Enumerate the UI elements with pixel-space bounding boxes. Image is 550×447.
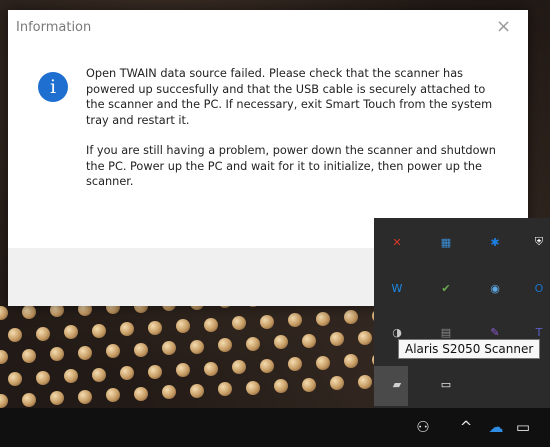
wallpaper-dot	[260, 314, 274, 329]
wallpaper-dot	[218, 382, 232, 396]
scanner-tooltip: Alaris S2050 Scanner	[398, 339, 541, 359]
wallpaper-dot	[64, 369, 78, 383]
wallpaper-dot	[0, 394, 8, 408]
wallpaper-dot	[344, 354, 358, 368]
wallpaper-dot	[316, 311, 330, 326]
wallpaper-dot	[36, 326, 50, 341]
wallpaper-dot	[162, 385, 176, 399]
wallpaper-dot	[190, 383, 204, 398]
sync-check-icon[interactable]: ✔	[435, 278, 457, 298]
wallpaper-dot	[134, 342, 148, 357]
wallpaper-dot	[274, 335, 288, 349]
wallpaper-dot	[246, 380, 260, 395]
wallpaper-dot	[120, 322, 134, 336]
onedrive-cloud-icon[interactable]: ☁	[485, 416, 507, 438]
close-icon[interactable]: ×	[496, 16, 511, 37]
info-icon: i	[38, 72, 68, 102]
wallpaper-dot	[330, 332, 344, 346]
wallpaper-dot	[64, 325, 78, 339]
dialog-message: Open TWAIN data source failed. Please ch…	[86, 66, 506, 204]
wallpaper-dot	[8, 328, 22, 342]
wallpaper-dot	[36, 370, 50, 385]
message-paragraph-2: If you are still having a problem, power…	[86, 143, 496, 189]
wallpaper-dot	[232, 316, 246, 330]
wallpaper-dot	[106, 344, 120, 358]
steam-icon[interactable]: ◉	[484, 278, 506, 298]
wallpaper-dot	[190, 339, 204, 354]
wallpaper-dot	[288, 313, 302, 327]
network-icon[interactable]: ▭	[514, 416, 532, 438]
people-icon[interactable]: ⚇	[413, 416, 433, 438]
wallpaper-dot	[0, 350, 8, 364]
app-x-icon[interactable]: ✕	[386, 232, 408, 252]
wallpaper-dot	[246, 336, 260, 351]
message-paragraph-1: Open TWAIN data source failed. Please ch…	[86, 67, 493, 128]
wallpaper-dot	[204, 361, 218, 376]
wallpaper-dot	[358, 330, 372, 345]
wallpaper-dot	[302, 333, 316, 348]
wallpaper-dot	[134, 386, 148, 401]
wallpaper-dot	[358, 374, 372, 389]
outlook-icon[interactable]: O	[528, 278, 550, 298]
wallpaper-dot	[344, 310, 358, 324]
wallpaper-dot	[22, 392, 36, 407]
wallpaper-dot	[106, 388, 120, 402]
wallpaper-dot	[162, 341, 176, 355]
wallpaper-dot	[120, 366, 134, 380]
wallpaper-dot	[330, 376, 344, 390]
wallpaper-dot	[50, 391, 64, 405]
wallpaper-dot	[148, 364, 162, 379]
wallpaper-dot	[92, 367, 106, 382]
wallpaper-dot	[92, 323, 106, 338]
wallpaper-dot	[260, 358, 274, 373]
wallpaper-dot	[78, 345, 92, 360]
wallpaper-dot	[232, 360, 246, 374]
wallpaper-dot	[0, 306, 8, 320]
security-shield-icon[interactable]: ⛨	[528, 232, 550, 252]
wallpaper-dot	[50, 347, 64, 361]
wallpaper-dot	[218, 338, 232, 352]
wallpaper-dot	[148, 320, 162, 335]
scanner-icon[interactable]: ▰	[386, 374, 408, 394]
wallpaper-dot	[302, 377, 316, 392]
dialog-title: Information	[16, 20, 92, 35]
show-hidden-icons-chevron-icon[interactable]: ^	[458, 416, 474, 438]
wallpaper-dot	[22, 304, 36, 319]
wallpaper-dot	[204, 317, 218, 332]
bluetooth-icon[interactable]: ✱	[484, 232, 506, 252]
wallpaper-dot	[176, 319, 190, 333]
wallpaper-dot	[22, 348, 36, 363]
wallpaper-dot-pattern	[0, 300, 380, 410]
wallpaper-dot	[274, 379, 288, 393]
wallpaper-dot	[176, 363, 190, 377]
waveform-icon[interactable]: W	[386, 278, 408, 298]
battery-icon[interactable]: ▭	[435, 374, 457, 394]
wallpaper-dot	[288, 357, 302, 371]
wallpaper-dot	[316, 355, 330, 370]
wallpaper-dot	[8, 372, 22, 386]
wallpaper-dot	[78, 389, 92, 404]
app-blue-tile-icon[interactable]: ▦	[435, 232, 457, 252]
